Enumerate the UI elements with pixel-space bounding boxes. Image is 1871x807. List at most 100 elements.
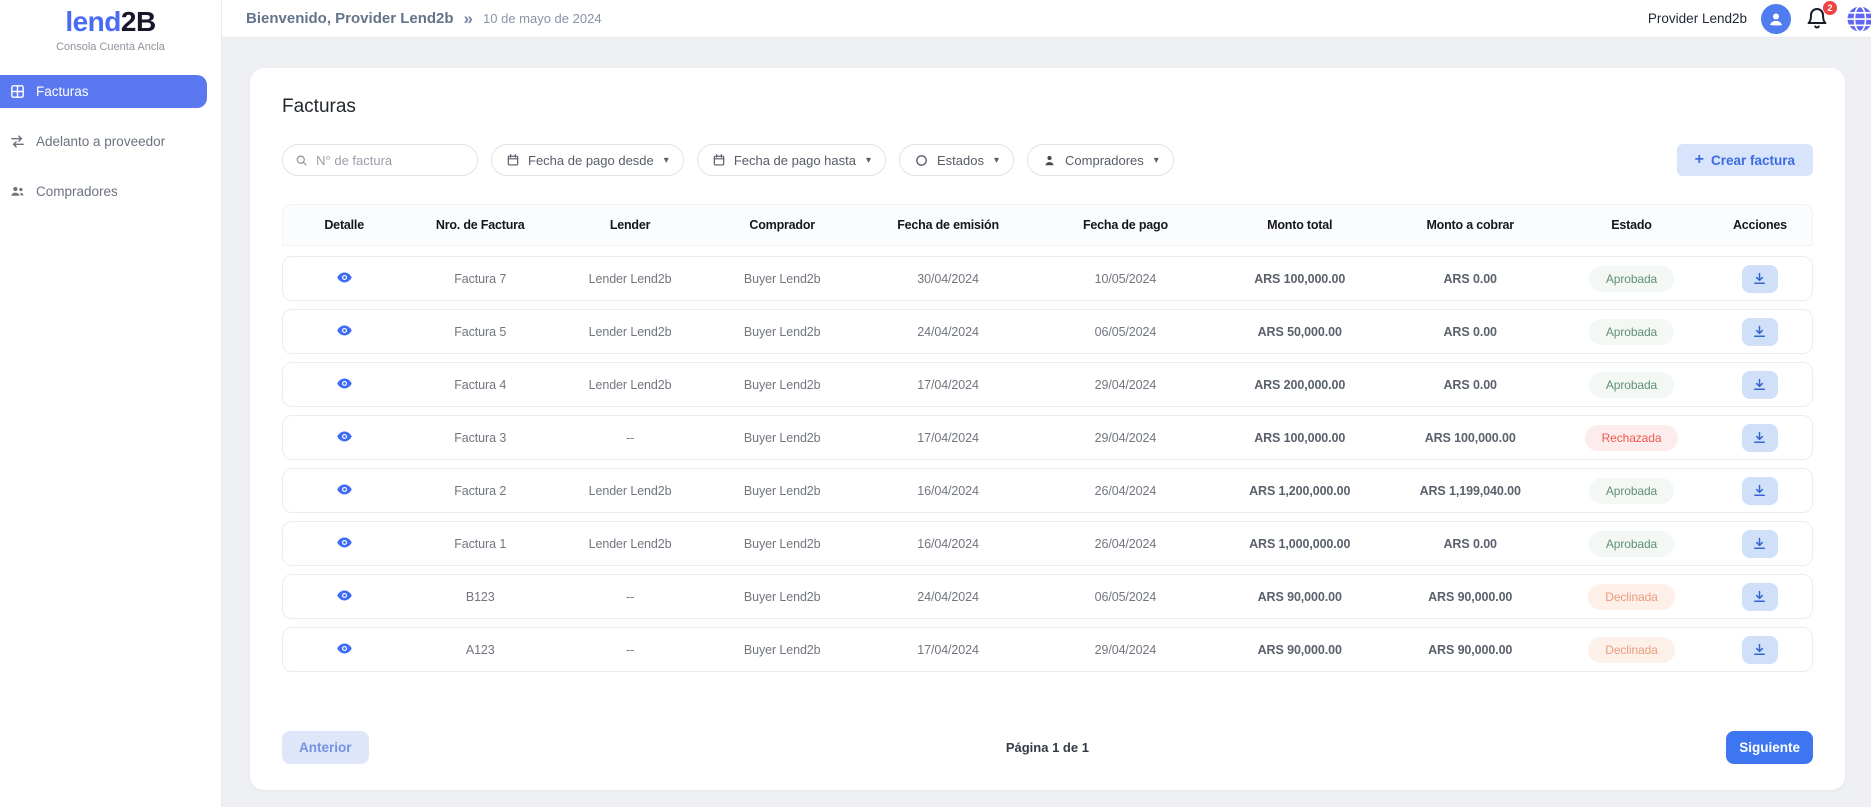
download-button[interactable] bbox=[1742, 265, 1778, 293]
payment-date-cell: 06/05/2024 bbox=[1037, 590, 1214, 604]
download-button[interactable] bbox=[1742, 530, 1778, 558]
chevron-down-icon: ▾ bbox=[994, 155, 999, 166]
status-cell: Rechazada bbox=[1555, 425, 1708, 451]
user-avatar[interactable] bbox=[1761, 4, 1791, 34]
buyer-cell: Buyer Lend2b bbox=[705, 590, 859, 604]
invoice-number-cell: Factura 3 bbox=[405, 431, 555, 445]
view-detail-button[interactable] bbox=[336, 375, 353, 392]
logo-text-2: 2 bbox=[121, 6, 136, 37]
filter-date-to[interactable]: Fecha de pago hasta ▾ bbox=[697, 144, 886, 176]
view-detail-button[interactable] bbox=[336, 587, 353, 604]
status-badge: Aprobada bbox=[1589, 531, 1674, 557]
sidebar-item-compradores[interactable]: Compradores bbox=[0, 175, 221, 208]
status-cell: Aprobada bbox=[1555, 372, 1708, 398]
issue-date-cell: 24/04/2024 bbox=[859, 590, 1036, 604]
grid-icon bbox=[9, 83, 26, 100]
receivable-amount-cell: ARS 0.00 bbox=[1385, 378, 1555, 392]
total-amount-cell: ARS 1,200,000.00 bbox=[1214, 484, 1385, 498]
status-badge: Aprobada bbox=[1589, 478, 1674, 504]
current-date: 10 de mayo de 2024 bbox=[483, 11, 602, 26]
filter-date-from[interactable]: Fecha de pago desde ▾ bbox=[491, 144, 684, 176]
chevron-down-icon: ▾ bbox=[866, 155, 871, 166]
invoice-rows: Factura 7 Lender Lend2b Buyer Lend2b 30/… bbox=[282, 256, 1813, 680]
download-icon bbox=[1752, 642, 1767, 657]
people-icon bbox=[9, 183, 26, 200]
table-header-row: DetalleNro. de FacturaLenderCompradorFec… bbox=[282, 204, 1813, 246]
download-button[interactable] bbox=[1742, 424, 1778, 452]
invoices-card: Facturas Fecha de pago desde ▾ Fecha de … bbox=[250, 68, 1845, 790]
create-invoice-button[interactable]: + Crear factura bbox=[1677, 144, 1813, 176]
download-button[interactable] bbox=[1742, 477, 1778, 505]
receivable-amount-cell: ARS 90,000.00 bbox=[1385, 590, 1555, 604]
person-icon bbox=[1766, 9, 1786, 29]
plus-icon: + bbox=[1695, 151, 1704, 169]
sidebar-item-facturas[interactable]: Facturas bbox=[0, 75, 207, 108]
view-detail-button[interactable] bbox=[336, 481, 353, 498]
lender-cell: Lender Lend2b bbox=[555, 537, 705, 551]
view-detail-button[interactable] bbox=[336, 269, 353, 286]
notifications-button[interactable]: 2 bbox=[1805, 5, 1831, 33]
lender-cell: -- bbox=[555, 590, 705, 604]
table-row: A123 -- Buyer Lend2b 17/04/2024 29/04/20… bbox=[282, 627, 1813, 672]
actions-cell bbox=[1708, 371, 1812, 399]
download-icon bbox=[1752, 430, 1767, 445]
language-button[interactable] bbox=[1845, 4, 1871, 34]
chevron-down-icon: ▾ bbox=[1154, 155, 1159, 166]
chevron-down-icon: ▾ bbox=[664, 155, 669, 166]
download-button[interactable] bbox=[1742, 583, 1778, 611]
status-ring-icon bbox=[914, 153, 929, 168]
receivable-amount-cell: ARS 0.00 bbox=[1385, 272, 1555, 286]
detail-cell bbox=[283, 375, 405, 395]
table-row: Factura 4 Lender Lend2b Buyer Lend2b 17/… bbox=[282, 362, 1813, 407]
previous-page-button[interactable]: Anterior bbox=[282, 731, 369, 764]
view-detail-button[interactable] bbox=[336, 534, 353, 551]
download-button[interactable] bbox=[1742, 371, 1778, 399]
eye-icon bbox=[336, 269, 353, 286]
table-row: Factura 3 -- Buyer Lend2b 17/04/2024 29/… bbox=[282, 415, 1813, 460]
download-icon bbox=[1752, 589, 1767, 604]
pagination: Anterior Página 1 de 1 Siguiente bbox=[282, 713, 1813, 764]
column-header: Acciones bbox=[1708, 218, 1812, 232]
invoice-number-cell: Factura 1 bbox=[405, 537, 555, 551]
column-header: Comprador bbox=[705, 218, 859, 232]
detail-cell bbox=[283, 534, 405, 554]
search-input[interactable] bbox=[316, 153, 465, 168]
page-title: Facturas bbox=[282, 96, 1813, 118]
actions-cell bbox=[1708, 265, 1812, 293]
content-area: Facturas Fecha de pago desde ▾ Fecha de … bbox=[222, 38, 1871, 807]
column-header: Monto a cobrar bbox=[1385, 218, 1555, 232]
eye-icon bbox=[336, 481, 353, 498]
total-amount-cell: ARS 50,000.00 bbox=[1214, 325, 1385, 339]
download-icon bbox=[1752, 536, 1767, 551]
sidebar-item-adelanto[interactable]: Adelanto a proveedor bbox=[0, 125, 221, 158]
buyer-cell: Buyer Lend2b bbox=[705, 643, 859, 657]
download-icon bbox=[1752, 271, 1767, 286]
invoice-search[interactable] bbox=[282, 144, 478, 176]
view-detail-button[interactable] bbox=[336, 322, 353, 339]
actions-cell bbox=[1708, 583, 1812, 611]
detail-cell bbox=[283, 322, 405, 342]
view-detail-button[interactable] bbox=[336, 428, 353, 445]
status-cell: Aprobada bbox=[1555, 531, 1708, 557]
filter-buyers[interactable]: Compradores ▾ bbox=[1027, 144, 1174, 176]
main-column: Bienvenido, Provider Lend2b » 10 de mayo… bbox=[222, 0, 1871, 807]
sidebar-item-label: Compradores bbox=[36, 184, 118, 199]
issue-date-cell: 17/04/2024 bbox=[859, 643, 1036, 657]
view-detail-button[interactable] bbox=[336, 640, 353, 657]
download-button[interactable] bbox=[1742, 636, 1778, 664]
status-badge: Aprobada bbox=[1589, 266, 1674, 292]
next-page-button[interactable]: Siguiente bbox=[1726, 731, 1813, 764]
total-amount-cell: ARS 100,000.00 bbox=[1214, 272, 1385, 286]
filter-states[interactable]: Estados ▾ bbox=[899, 144, 1014, 176]
receivable-amount-cell: ARS 90,000.00 bbox=[1385, 643, 1555, 657]
sidebar-item-label: Facturas bbox=[36, 84, 89, 99]
detail-cell bbox=[283, 481, 405, 501]
lender-cell: -- bbox=[555, 643, 705, 657]
status-badge: Declinada bbox=[1588, 584, 1674, 610]
detail-cell bbox=[283, 640, 405, 660]
download-button[interactable] bbox=[1742, 318, 1778, 346]
status-badge: Declinada bbox=[1588, 637, 1674, 663]
calendar-icon bbox=[506, 153, 520, 167]
total-amount-cell: ARS 100,000.00 bbox=[1214, 431, 1385, 445]
payment-date-cell: 29/04/2024 bbox=[1037, 643, 1214, 657]
